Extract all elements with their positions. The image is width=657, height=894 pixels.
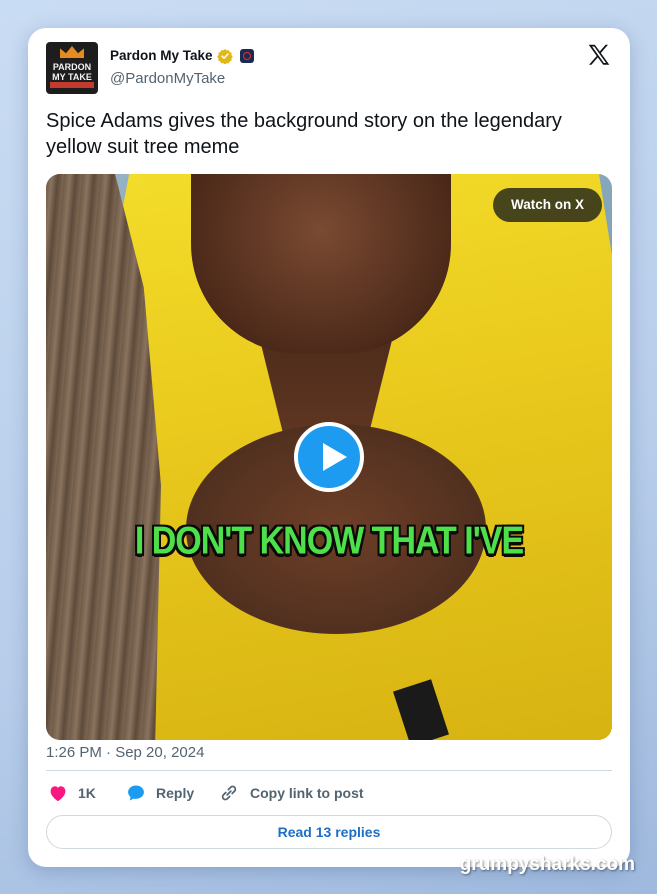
link-icon [221, 785, 237, 801]
read-replies-button[interactable]: Read 13 replies [46, 815, 612, 849]
crown-icon [60, 46, 84, 58]
avatar-logo-text: PARDON MY TAKE [52, 62, 92, 82]
verified-badge-icon [217, 49, 233, 64]
video-media[interactable]: Watch on X I DON'T KNOW THAT I'VE [46, 174, 612, 740]
author-handle[interactable]: @PardonMyTake [110, 70, 225, 87]
tweet-timestamp[interactable]: 1:26 PM · Sep 20, 2024 [46, 744, 204, 761]
reply-label: Reply [156, 785, 195, 801]
affiliate-badge-icon [240, 49, 254, 63]
tweet-card: PARDON MY TAKE Pardon My Take @PardonMyT… [28, 28, 630, 867]
video-caption: I DON'T KNOW THAT I'VE [134, 519, 524, 563]
copy-link-button[interactable]: Copy link to post [218, 782, 364, 804]
face-shape [191, 174, 451, 354]
avatar-stripe [50, 82, 94, 88]
heart-icon [50, 786, 66, 802]
watch-on-x-button[interactable]: Watch on X [493, 188, 602, 222]
author-name[interactable]: Pardon My Take [110, 48, 213, 63]
like-count: 1K [78, 785, 96, 801]
play-icon[interactable] [294, 422, 364, 492]
tweet-text: Spice Adams gives the background story o… [46, 110, 562, 158]
avatar[interactable]: PARDON MY TAKE [46, 42, 98, 94]
divider [46, 770, 612, 771]
copy-link-label: Copy link to post [250, 785, 364, 801]
reply-button[interactable]: Reply [126, 782, 194, 804]
like-button[interactable]: 1K [48, 782, 96, 804]
x-logo-icon[interactable] [586, 42, 612, 68]
reply-bubble-icon [128, 785, 144, 801]
watermark: grumpysharks.com [459, 854, 635, 875]
